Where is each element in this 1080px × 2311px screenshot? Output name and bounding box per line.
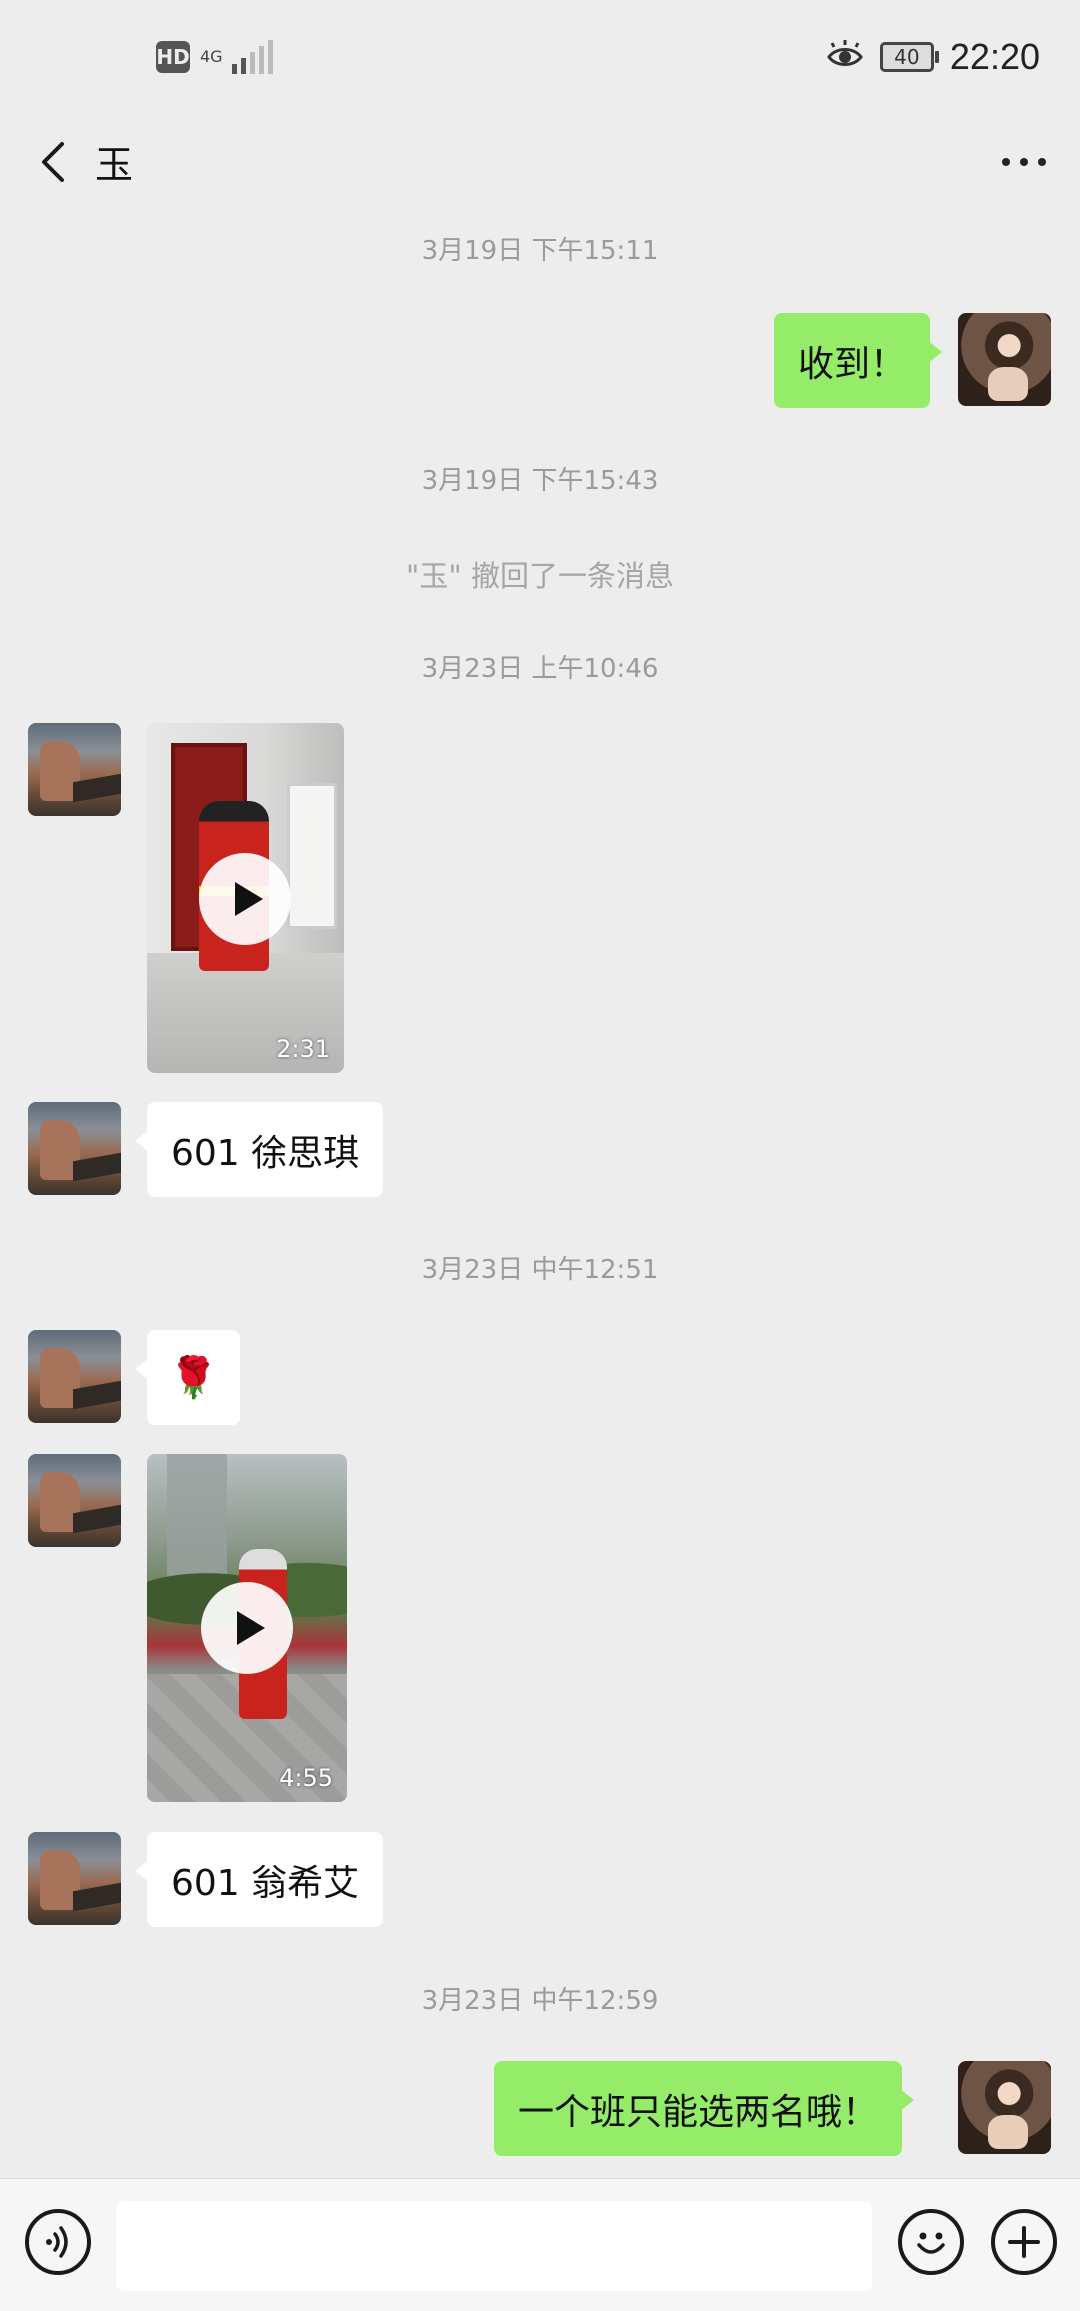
chevron-left-icon[interactable] bbox=[30, 136, 82, 188]
recall-notice: "玉" 撤回了一条消息 bbox=[406, 559, 674, 593]
network-type: 4G bbox=[200, 47, 223, 66]
status-right: 40 22:20 bbox=[826, 36, 1040, 78]
chat-header: 玉 bbox=[0, 110, 1080, 214]
hd-badge: HD bbox=[156, 41, 190, 73]
play-icon[interactable] bbox=[199, 853, 291, 945]
message-bubble-other[interactable]: 601 徐思琪 bbox=[134, 1102, 384, 1197]
emoji-icon[interactable] bbox=[898, 2209, 964, 2275]
timestamp: 3月23日 中午12:59 bbox=[421, 1986, 659, 2016]
status-bar: HD 4G 40 22:20 bbox=[0, 0, 1080, 110]
video-duration: 2:31 bbox=[276, 1035, 330, 1063]
video-duration: 4:55 bbox=[279, 1764, 333, 1792]
chat-title: 玉 bbox=[95, 143, 134, 187]
avatar-me[interactable] bbox=[958, 2061, 1051, 2154]
smile-face-icon bbox=[917, 2232, 945, 2254]
play-icon[interactable] bbox=[201, 1582, 293, 1674]
more-dots-icon[interactable] bbox=[1002, 158, 1046, 166]
video-message[interactable]: 4:55 bbox=[147, 1454, 347, 1802]
timestamp: 3月19日 下午15:11 bbox=[421, 236, 659, 266]
input-bar bbox=[0, 2178, 1080, 2311]
avatar-me[interactable] bbox=[958, 313, 1051, 406]
message-bubble-mine[interactable]: 收到！ bbox=[774, 313, 943, 408]
plus-icon[interactable] bbox=[991, 2209, 1057, 2275]
timestamp: 3月19日 下午15:43 bbox=[421, 466, 659, 496]
rose-emoji: 🌹 bbox=[168, 1355, 219, 1401]
status-time: 22:20 bbox=[949, 36, 1040, 77]
voice-wave-icon bbox=[46, 2226, 68, 2258]
timestamp: 3月23日 上午10:46 bbox=[421, 654, 659, 684]
eye-comfort-icon bbox=[827, 40, 863, 66]
video-message[interactable]: 2:31 bbox=[147, 723, 344, 1073]
avatar-other[interactable] bbox=[28, 1832, 121, 1925]
voice-icon[interactable] bbox=[25, 2209, 91, 2275]
avatar-other[interactable] bbox=[28, 1102, 121, 1195]
message-bubble-other[interactable]: 🌹 bbox=[135, 1330, 240, 1425]
avatar-other[interactable] bbox=[28, 723, 121, 816]
plus-glyph-icon bbox=[1008, 2226, 1040, 2258]
message-input[interactable] bbox=[116, 2201, 872, 2291]
battery-icon: 40 bbox=[879, 42, 939, 72]
message-bubble-other[interactable]: 601 翁希艾 bbox=[134, 1832, 384, 1927]
message-bubble-mine[interactable]: 一个班只能选两名哦！ bbox=[494, 2061, 915, 2156]
avatar-other[interactable] bbox=[28, 1454, 121, 1547]
avatar-other[interactable] bbox=[28, 1330, 121, 1423]
battery-level: 40 bbox=[894, 45, 920, 69]
signal-icon bbox=[232, 40, 273, 74]
timestamp: 3月23日 中午12:51 bbox=[421, 1255, 659, 1285]
status-left: HD 4G bbox=[156, 40, 273, 74]
